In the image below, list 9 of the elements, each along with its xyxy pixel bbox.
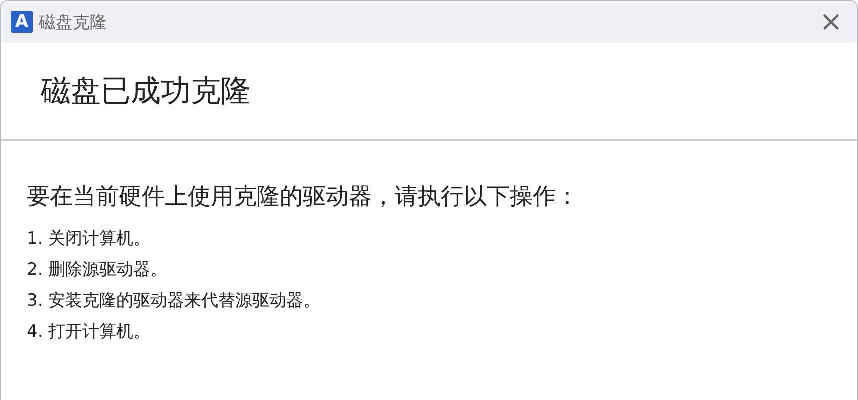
step-text: 1. 关闭计算机。 bbox=[27, 228, 152, 251]
window-title: 磁盘克隆 bbox=[39, 12, 108, 34]
step-text: 2. 删除源驱动器。 bbox=[27, 259, 169, 282]
step-text: 3. 安装克隆的驱动器来代替源驱动器。 bbox=[27, 290, 322, 313]
instruction-text: 要在当前硬件上使用克隆的驱动器，请执行以下操作： bbox=[27, 183, 580, 211]
dialog-heading: 磁盘已成功克隆 bbox=[41, 74, 251, 110]
close-button[interactable]: × bbox=[816, 8, 847, 36]
app-logo-icon: A bbox=[11, 11, 33, 33]
step-text: 4. 打开计算机。 bbox=[27, 321, 152, 344]
